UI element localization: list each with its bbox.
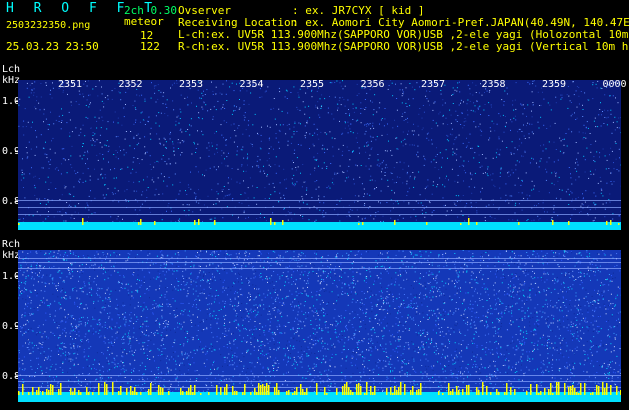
observer-value: : ex. JR7CYX [ kid ] — [292, 4, 425, 17]
observer-label: Ovserver — [178, 4, 231, 17]
time-label: 2354 — [239, 79, 264, 90]
time-label: 2352 — [118, 79, 143, 90]
rch-info: R-ch:ex. UV5R 113.900Mhz(SAPPORO VOR)USB… — [178, 41, 629, 52]
time-label: 2351 — [58, 79, 83, 90]
location-value: : ex. Aomori City Aomori-Pref.JAPAN(40.4… — [292, 16, 629, 29]
time-label: 2358 — [481, 79, 506, 90]
rch-count: 122 — [140, 40, 160, 53]
datetime-label: 25.03.23 23:50 — [6, 40, 99, 53]
time-label: 2359 — [542, 79, 567, 90]
time-label: 0000 — [602, 79, 627, 90]
lch-title: Lch — [2, 64, 21, 75]
location-label: Receiving Location — [178, 16, 298, 29]
lch-info: L-ch:ex. UV5R 113.900Mhz(SAPPORO VOR)USB… — [178, 29, 629, 40]
filename-label: 2503232350.png — [6, 20, 91, 31]
rch-spectrogram — [18, 250, 621, 402]
time-label: 2357 — [421, 79, 446, 90]
rch-title: Rch — [2, 239, 21, 250]
time-label: 2355 — [300, 79, 325, 90]
mode-label: meteor — [124, 15, 164, 28]
time-label: 2356 — [360, 79, 385, 90]
lch-spectrogram — [18, 80, 621, 230]
time-label: 2353 — [179, 79, 204, 90]
